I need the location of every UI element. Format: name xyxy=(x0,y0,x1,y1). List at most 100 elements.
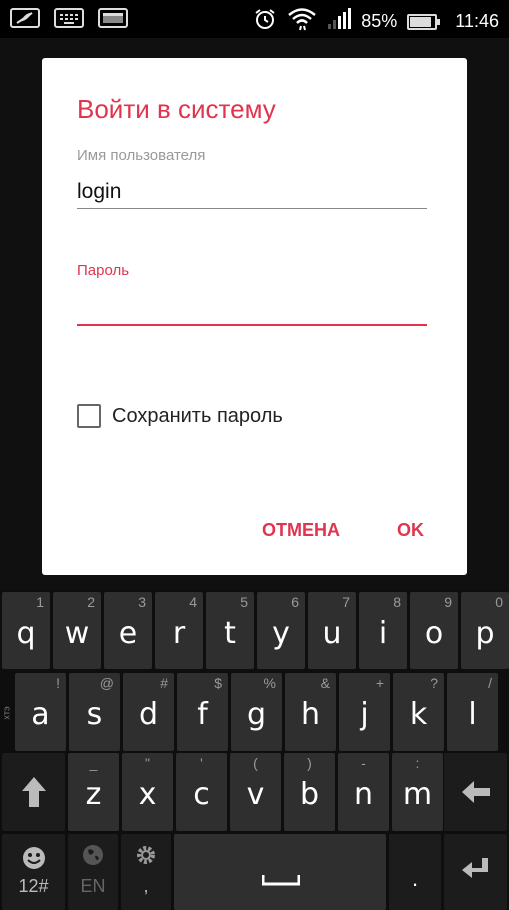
key-secondary-label: @ xyxy=(99,675,114,691)
enter-key[interactable] xyxy=(444,834,507,910)
key-secondary-label: # xyxy=(160,675,168,691)
enter-icon xyxy=(462,858,488,878)
key-label: s xyxy=(86,697,103,732)
key-secondary-label: 5 xyxy=(240,594,248,610)
key-d[interactable]: # d xyxy=(123,673,174,751)
username-label: Имя пользователя xyxy=(77,147,206,164)
key-secondary-label: ) xyxy=(307,755,312,771)
key-label: t xyxy=(224,616,236,651)
globe-icon xyxy=(83,845,103,865)
key-b[interactable]: ) b xyxy=(284,753,335,831)
backspace-arrow-icon xyxy=(462,781,490,803)
numbers-key-label: 12# xyxy=(18,876,49,896)
cancel-button[interactable]: ОТМЕНА xyxy=(262,520,340,541)
key-secondary-label: ( xyxy=(253,755,258,771)
key-label: y xyxy=(272,616,290,651)
key-label: v xyxy=(246,777,265,812)
key-a[interactable]: ! a xyxy=(15,673,66,751)
key-label: a xyxy=(31,697,50,732)
period-label: . xyxy=(411,866,419,891)
key-j[interactable]: + j xyxy=(339,673,390,751)
key-label: p xyxy=(475,616,495,651)
signal-icon xyxy=(327,8,352,35)
clock: 11:46 xyxy=(455,11,499,31)
key-secondary-label: 8 xyxy=(393,594,401,610)
key-i[interactable]: 8i xyxy=(359,592,407,669)
key-k[interactable]: ? k xyxy=(393,673,444,751)
emoji-numbers-key[interactable]: 12# xyxy=(2,834,65,910)
notification-image-icon xyxy=(10,8,40,28)
smiley-icon xyxy=(23,847,45,869)
key-label: r xyxy=(172,616,186,651)
space-key[interactable] xyxy=(174,834,386,910)
backspace-key[interactable] xyxy=(444,753,507,831)
username-field[interactable]: login xyxy=(77,180,121,204)
key-m[interactable]: :m xyxy=(392,753,443,831)
key-label: z xyxy=(85,777,102,812)
key-label: q xyxy=(16,616,36,651)
key-z[interactable]: _ z xyxy=(68,753,119,831)
key-secondary-label: ? xyxy=(430,675,438,691)
key-o[interactable]: 9o xyxy=(410,592,458,669)
key-q[interactable]: 1q xyxy=(2,592,50,669)
key-l[interactable]: / l xyxy=(447,673,498,751)
wifi-icon xyxy=(287,7,317,36)
key-secondary-label: / xyxy=(488,675,492,691)
key-label: j xyxy=(360,697,369,732)
key-v[interactable]: (v xyxy=(230,753,281,831)
password-underline xyxy=(77,324,427,326)
key-label: u xyxy=(322,616,342,651)
space-bar-icon xyxy=(262,875,300,886)
key-secondary-label: : xyxy=(415,755,420,771)
key-secondary-label: 2 xyxy=(87,594,95,610)
period-key[interactable]: . xyxy=(389,834,441,910)
key-label: e xyxy=(118,616,138,651)
battery-charging-icon xyxy=(407,13,441,30)
key-p[interactable]: 0p xyxy=(461,592,509,669)
keyboard-notification-icon xyxy=(54,8,84,28)
shift-key[interactable] xyxy=(2,753,65,831)
key-label: d xyxy=(138,697,159,732)
key-f[interactable]: $ f xyxy=(177,673,228,751)
key-label: f xyxy=(197,697,208,732)
key-u[interactable]: 7u xyxy=(308,592,356,669)
key-c[interactable]: ' c xyxy=(176,753,227,831)
key-secondary-label: 3 xyxy=(138,594,146,610)
login-dialog: Войти в систему Имя пользователя login П… xyxy=(42,58,467,575)
key-y[interactable]: 6y xyxy=(257,592,305,669)
language-key[interactable]: EN xyxy=(68,834,118,910)
key-n[interactable]: -n xyxy=(338,753,389,831)
save-password-label[interactable]: Сохранить пароль xyxy=(112,405,283,428)
layout-side-label: хтэ xyxy=(1,706,12,720)
key-label: o xyxy=(424,616,444,651)
key-label: w xyxy=(64,616,90,651)
gear-icon xyxy=(137,846,155,864)
ok-button[interactable]: OK xyxy=(397,520,424,541)
key-label: x xyxy=(138,777,157,812)
key-g[interactable]: % g xyxy=(231,673,282,751)
key-secondary-label: & xyxy=(320,675,330,691)
key-secondary-label: ! xyxy=(56,675,60,691)
status-bar: 85% 11:46 xyxy=(0,0,509,38)
key-h[interactable]: & h xyxy=(285,673,336,751)
key-s[interactable]: @ s xyxy=(69,673,120,751)
language-key-label: EN xyxy=(80,876,106,896)
save-password-checkbox[interactable] xyxy=(77,404,101,428)
comma-settings-key[interactable]: , xyxy=(121,834,171,910)
key-t[interactable]: 5t xyxy=(206,592,254,669)
key-secondary-label: 1 xyxy=(36,594,44,610)
key-label: l xyxy=(468,697,477,732)
key-secondary-label: 6 xyxy=(291,594,299,610)
soft-keyboard: 12# EN , . 1 q 2 w 3 e 4 r 5 t 6 y 7 u 8 i 9 o 0 p! a @ s # d $ f%… xyxy=(0,590,509,910)
dialog-title: Войти в систему xyxy=(77,94,276,124)
key-e[interactable]: 3e xyxy=(104,592,152,669)
battery-percent: 85% xyxy=(361,11,398,31)
screenshot-notification-icon xyxy=(98,8,128,28)
username-underline xyxy=(77,208,427,209)
key-w[interactable]: 2w xyxy=(53,592,101,669)
key-secondary-label: + xyxy=(375,675,384,691)
key-r[interactable]: 4r xyxy=(155,592,203,669)
key-label: h xyxy=(300,697,320,732)
key-secondary-label: $ xyxy=(214,675,222,691)
key-x[interactable]: " x xyxy=(122,753,173,831)
